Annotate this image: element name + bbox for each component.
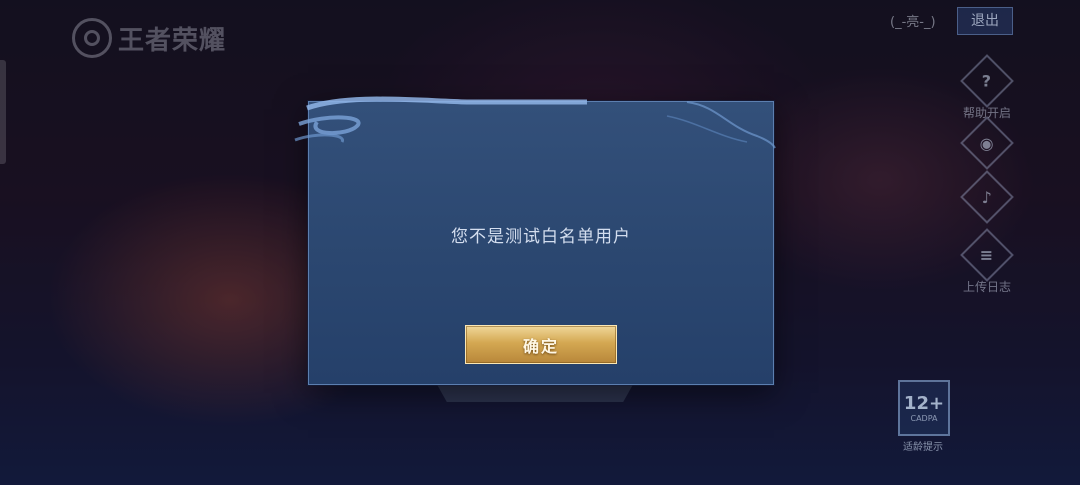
age-rating-value: 12+ bbox=[903, 393, 945, 414]
age-rating-org: CADPA bbox=[910, 414, 938, 423]
quit-button[interactable]: 退出 bbox=[957, 7, 1013, 35]
age-rating-badge[interactable]: 12+ CADPA 适龄提示 bbox=[898, 380, 950, 453]
alert-dialog: 您不是测试白名单用户 确定 bbox=[294, 96, 776, 385]
upload-log-button[interactable]: ≡ 上传日志 bbox=[947, 228, 1027, 295]
help-button[interactable]: ? 帮助开启 bbox=[947, 54, 1027, 121]
sound-button[interactable]: ♪ bbox=[947, 170, 1027, 224]
question-icon: ? bbox=[960, 54, 1014, 108]
logo-text: 王者荣耀 bbox=[118, 25, 227, 56]
log-icon: ≡ bbox=[960, 228, 1014, 282]
game-logo: 王者荣耀 bbox=[72, 18, 226, 58]
dialog-swirl-decoration bbox=[294, 96, 776, 149]
logo-icon bbox=[72, 18, 112, 58]
gamepad-button[interactable]: ◉ bbox=[947, 116, 1027, 170]
gamepad-icon: ◉ bbox=[960, 116, 1014, 170]
confirm-label: 确定 bbox=[522, 336, 559, 356]
age-rating-caption: 适龄提示 bbox=[903, 442, 943, 453]
side-drawer-handle[interactable] bbox=[0, 60, 6, 164]
dialog-message: 您不是测试白名单用户 bbox=[451, 227, 631, 247]
speaker-icon: ♪ bbox=[960, 170, 1014, 224]
user-tag: (_-亮-_) bbox=[890, 15, 936, 30]
confirm-button[interactable]: 确定 bbox=[465, 325, 617, 364]
